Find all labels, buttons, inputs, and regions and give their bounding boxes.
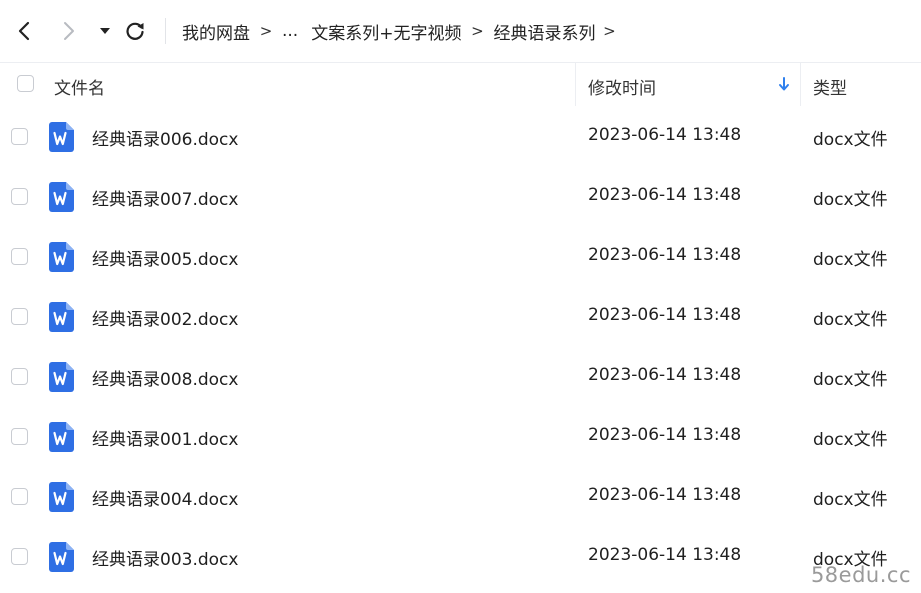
back-button[interactable] [9,16,39,46]
history-dropdown-button[interactable] [90,16,120,46]
word-document-icon [49,362,74,392]
row-checkbox[interactable] [11,488,28,505]
row-checkbox[interactable] [11,308,28,325]
file-modified-time: 2023-06-14 13:48 [588,485,742,505]
file-name: 经典语录006.docx [92,130,239,150]
breadcrumb-separator: > [259,22,273,40]
file-name: 经典语录004.docx [92,490,239,510]
column-type-header[interactable]: 类型 [813,74,847,99]
column-name-header[interactable]: 文件名 [54,74,105,99]
file-row[interactable]: 经典语录005.docx 2023-06-14 13:48 docx文件 [0,227,921,287]
file-modified-time: 2023-06-14 13:48 [588,365,742,385]
row-checkbox[interactable] [11,548,28,565]
word-document-icon [49,422,74,452]
file-name: 经典语录005.docx [92,250,239,270]
refresh-icon [126,22,144,40]
column-divider[interactable] [575,63,576,106]
breadcrumb-separator: > [471,22,484,40]
file-row[interactable]: 经典语录003.docx 2023-06-14 13:48 docx文件 [0,527,921,587]
file-name: 经典语录002.docx [92,310,239,330]
caret-down-icon [100,28,110,34]
chevron-left-icon [18,21,30,41]
file-row[interactable]: 经典语录007.docx 2023-06-14 13:48 docx文件 [0,167,921,227]
word-document-icon [49,182,74,212]
file-type: docx文件 [813,190,888,210]
file-type: docx文件 [813,490,888,510]
toolbar: 我的网盘 > ... 文案系列+无字视频 > 经典语录系列 > [0,0,921,63]
refresh-button[interactable] [120,16,150,46]
breadcrumb-parent[interactable]: 文案系列+无字视频 [311,19,461,44]
column-divider[interactable] [800,63,801,106]
file-modified-time: 2023-06-14 13:48 [588,425,742,445]
file-type: docx文件 [813,130,888,150]
word-document-icon [49,542,74,572]
breadcrumb: 我的网盘 > ... 文案系列+无字视频 > 经典语录系列 > [182,19,623,44]
file-modified-time: 2023-06-14 13:48 [588,245,742,265]
file-modified-time: 2023-06-14 13:48 [588,545,742,565]
column-modified-header[interactable]: 修改时间 [588,74,656,99]
breadcrumb-current[interactable]: 经典语录系列 [493,19,595,44]
file-row[interactable]: 经典语录008.docx 2023-06-14 13:48 docx文件 [0,347,921,407]
word-document-icon [49,122,74,152]
arrow-down-icon[interactable] [777,76,791,92]
row-checkbox[interactable] [11,128,28,145]
file-type: docx文件 [813,430,888,450]
file-name: 经典语录001.docx [92,430,239,450]
toolbar-divider [165,18,166,44]
file-modified-time: 2023-06-14 13:48 [588,125,742,145]
select-all-checkbox[interactable] [17,75,34,92]
file-row[interactable]: 经典语录006.docx 2023-06-14 13:48 docx文件 [0,107,921,167]
breadcrumb-ellipsis[interactable]: ... [282,21,298,41]
file-modified-time: 2023-06-14 13:48 [588,305,742,325]
word-document-icon [49,482,74,512]
file-name: 经典语录007.docx [92,190,239,210]
file-row[interactable]: 经典语录004.docx 2023-06-14 13:48 docx文件 [0,467,921,527]
file-type: docx文件 [813,310,888,330]
watermark: 58edu.cc [810,563,911,587]
file-name: 经典语录003.docx [92,550,239,570]
breadcrumb-root[interactable]: 我的网盘 [182,19,250,44]
word-document-icon [49,302,74,332]
file-modified-time: 2023-06-14 13:48 [588,185,742,205]
word-document-icon [49,242,74,272]
file-row[interactable]: 经典语录002.docx 2023-06-14 13:48 docx文件 [0,287,921,347]
row-checkbox[interactable] [11,188,28,205]
row-checkbox[interactable] [11,248,28,265]
forward-button[interactable] [54,16,84,46]
file-row[interactable]: 经典语录001.docx 2023-06-14 13:48 docx文件 [0,407,921,467]
row-checkbox[interactable] [11,428,28,445]
column-header: 文件名 修改时间 类型 [0,63,921,106]
file-list: 经典语录006.docx 2023-06-14 13:48 docx文件 经典语… [0,107,921,587]
file-name: 经典语录008.docx [92,370,239,390]
file-type: docx文件 [813,370,888,390]
breadcrumb-separator: > [603,22,616,40]
row-checkbox[interactable] [11,368,28,385]
file-type: docx文件 [813,250,888,270]
chevron-right-icon [64,22,74,40]
